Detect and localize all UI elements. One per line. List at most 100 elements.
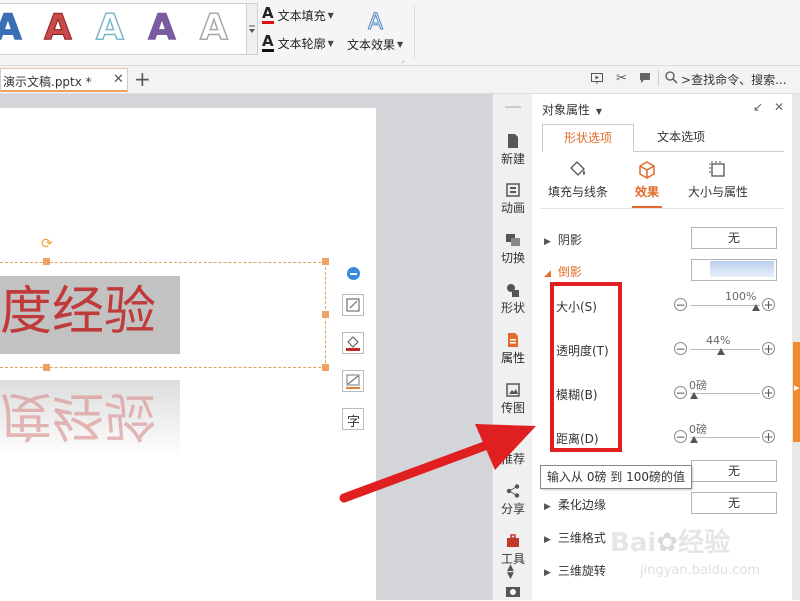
annotation-arrow-icon — [339, 424, 536, 503]
gallery-scroll-button[interactable] — [246, 3, 258, 55]
camera-icon[interactable] — [505, 584, 521, 598]
soft-edge-value: 无 — [727, 496, 740, 510]
size-slider-thumb[interactable] — [752, 304, 760, 311]
ribbon-divider — [414, 6, 415, 58]
subtab-label: 效果 — [634, 185, 659, 199]
paw-icon: ✿ — [656, 528, 679, 558]
subtab-fill-line[interactable]: 填充与线条 — [547, 160, 609, 206]
paint-bucket-icon — [570, 161, 585, 176]
distance-increase-icon[interactable]: + — [762, 430, 775, 443]
distance-decrease-icon[interactable]: − — [674, 430, 687, 443]
tabbar-divider — [658, 70, 659, 86]
resize-handle-bottom[interactable] — [43, 364, 50, 371]
panel-title[interactable]: 对象属性 ▼ — [542, 101, 602, 118]
blur-value: 0磅 — [689, 379, 707, 392]
distance-value: 0磅 — [689, 423, 707, 436]
glow-preset-dropdown[interactable]: 无 — [691, 460, 777, 482]
watermark-url: jingyan.baidu.com — [640, 563, 760, 578]
strip-label: 属性 — [500, 351, 525, 365]
transparency-slider-thumb[interactable] — [717, 348, 726, 355]
rotation-3d-section[interactable]: ▶ 三维旋转 — [544, 562, 606, 579]
transparency-increase-icon[interactable]: + — [762, 342, 775, 355]
collapse-minus-icon[interactable] — [347, 267, 360, 280]
blur-slider-track[interactable] — [690, 393, 760, 394]
expand-right-icon: ▶ — [544, 568, 551, 578]
chevron-down-icon: ▼ — [327, 10, 334, 20]
expand-right-icon: ▶ — [544, 237, 551, 247]
soft-edge-section[interactable]: ▶ 柔化边缘 — [544, 496, 606, 513]
art-style-2[interactable]: A — [44, 7, 73, 48]
size-increase-icon[interactable]: + — [762, 298, 775, 311]
transparency-decrease-icon[interactable]: − — [674, 342, 687, 355]
dialog-launcher-icon[interactable]: ⌟ — [401, 56, 404, 64]
shape-fill-button[interactable] — [342, 332, 364, 354]
gallery-more-icon — [249, 25, 255, 33]
text-effect-label: 文本效果 — [347, 38, 396, 52]
shadow-section[interactable]: ▶ 阴影 — [544, 231, 582, 248]
resize-handle-top[interactable] — [43, 258, 50, 265]
comment-icon[interactable] — [639, 72, 651, 84]
rotate-handle-icon[interactable]: ⟳ — [41, 237, 53, 251]
strip-item-transition[interactable]: 切换 — [493, 233, 533, 266]
shadow-preset-dropdown[interactable]: 无 — [691, 227, 777, 249]
strip-item-shape[interactable]: 形状 — [493, 283, 533, 316]
strip-item-new[interactable]: 新建 — [493, 134, 533, 167]
size-decrease-icon[interactable]: − — [674, 298, 687, 311]
art-style-3[interactable]: A — [95, 7, 124, 49]
blur-decrease-icon[interactable]: − — [674, 386, 687, 399]
text-fill-button[interactable]: A 文本填充 ▼ — [262, 6, 334, 24]
format-3d-section[interactable]: ▶ 三维格式 — [544, 529, 606, 546]
strip-item-animation[interactable]: 动画 — [493, 183, 533, 216]
art-text-gallery: A A A A A — [0, 3, 247, 55]
resize-handle-bottom-right[interactable] — [322, 364, 329, 371]
tools-icon[interactable]: ✂ — [616, 71, 627, 86]
tab-underline — [634, 151, 784, 152]
text-outline-button[interactable]: A 文本轮廓 ▼ — [262, 34, 334, 52]
document-tab[interactable]: 演示文稿.pptx * ✕ — [0, 68, 128, 92]
subtab-size-properties[interactable]: 大小与属性 — [686, 160, 750, 206]
art-style-5[interactable]: A — [199, 7, 228, 49]
tab-shape-options[interactable]: 形状选项 — [542, 124, 634, 152]
restore-icon[interactable]: ↙ — [753, 100, 763, 114]
close-icon[interactable]: ✕ — [774, 100, 784, 114]
slide-art-text[interactable]: 度经验 — [0, 279, 156, 345]
size-slider-track[interactable] — [690, 305, 760, 306]
resize-handle-top-right[interactable] — [322, 258, 329, 265]
input-range-tooltip: 输入从 0磅 到 100磅的值 — [540, 465, 692, 489]
presentation-play-icon[interactable] — [591, 73, 603, 84]
distance-slider-track[interactable] — [690, 437, 760, 438]
size-value: 100% — [725, 290, 757, 303]
subtab-effect[interactable]: 效果 — [630, 160, 664, 210]
strip-scroll-icon[interactable]: ▲ ▼ — [507, 564, 514, 581]
subtab-label: 填充与线条 — [547, 185, 608, 199]
text-fill-label: 文本填充 — [277, 8, 326, 23]
blur-increase-icon[interactable]: + — [762, 386, 775, 399]
strip-label: 形状 — [500, 301, 525, 315]
search-prefix-icon: > — [681, 73, 692, 87]
document-tab-label: 演示文稿.pptx * — [3, 75, 92, 89]
strip-item-property[interactable]: 属性 — [493, 333, 533, 366]
panel-collapse-tab[interactable]: ▶ — [793, 342, 800, 442]
blur-slider-thumb[interactable] — [690, 392, 698, 399]
close-icon[interactable]: ✕ — [113, 72, 124, 87]
search-label: 查找命令、搜索... — [691, 73, 787, 87]
art-style-4[interactable]: A — [148, 7, 177, 48]
reflection-preset-dropdown[interactable] — [691, 259, 777, 281]
text-effect-button[interactable]: 文本效果 ▼ — [347, 36, 403, 53]
art-style-1[interactable]: A — [0, 7, 22, 48]
distance-slider-thumb[interactable] — [690, 436, 698, 443]
resize-handle-right[interactable] — [322, 311, 329, 318]
add-tab-icon[interactable]: + — [134, 68, 151, 90]
shape-outline-button[interactable] — [342, 370, 364, 392]
strip-label: 动画 — [500, 201, 525, 215]
tab-text-options[interactable]: 文本选项 — [640, 124, 722, 152]
soft-edge-preset-dropdown[interactable]: 无 — [691, 492, 777, 514]
search-command-input[interactable]: >查找命令、搜索... — [681, 71, 787, 88]
search-icon — [665, 71, 678, 84]
shape-style-button[interactable] — [342, 294, 364, 316]
text-effect-icon[interactable]: A — [364, 7, 388, 36]
reflection-section[interactable]: ◢ 倒影 — [544, 263, 582, 280]
chevron-right-icon: ▶ — [794, 384, 800, 392]
rotation-3d-label: 三维旋转 — [557, 564, 606, 578]
chevron-down-icon: ▼ — [397, 40, 404, 49]
